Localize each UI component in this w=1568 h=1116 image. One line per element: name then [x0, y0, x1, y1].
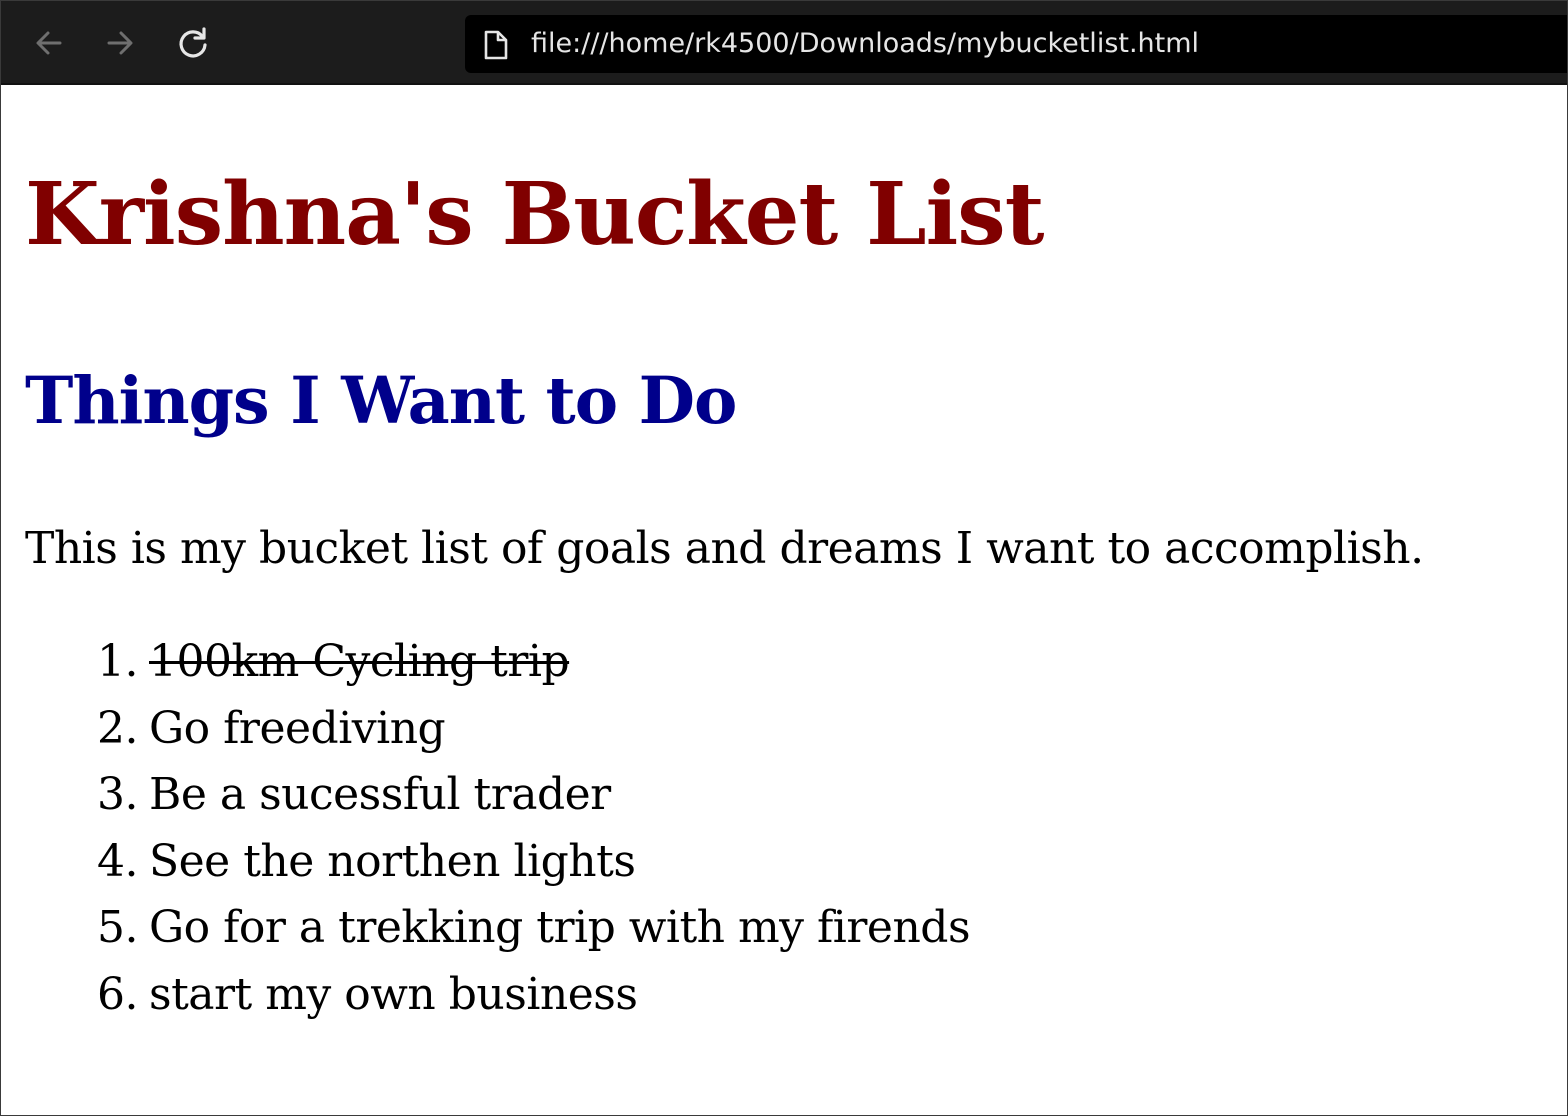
list-item-number: 5.	[97, 902, 138, 953]
bucket-list: 1. 100km Cycling trip 2. Go freediving 3…	[97, 629, 971, 1029]
list-item-text: start my own business	[149, 968, 638, 1020]
intro-paragraph: This is my bucket list of goals and drea…	[25, 523, 1424, 574]
list-item-number: 6.	[97, 968, 138, 1020]
arrow-left-icon	[36, 31, 62, 55]
list-item: 5. Go for a trekking trip with my firend…	[97, 895, 971, 962]
url-text[interactable]: file:///home/rk4500/Downloads/mybucketli…	[531, 28, 1199, 60]
list-item: 6. start my own business	[97, 962, 970, 1029]
back-button[interactable]	[29, 23, 69, 63]
list-item-number: 3.	[97, 769, 138, 820]
list-item-number: 1.	[97, 636, 138, 687]
reload-button[interactable]	[173, 23, 213, 63]
arrow-right-icon	[107, 31, 133, 55]
list-item: 2. Go freediving	[97, 696, 970, 763]
page-subtitle: Things I Want to Do	[25, 363, 737, 439]
list-item: 1. 100km Cycling trip	[97, 629, 970, 696]
list-item-text: 100km Cycling trip	[149, 636, 570, 687]
reload-icon	[179, 27, 207, 58]
page-title: Krishna's Bucket List	[25, 164, 1044, 265]
page-content: Krishna's Bucket List Things I Want to D…	[1, 85, 1567, 1115]
browser-toolbar: file:///home/rk4500/Downloads/mybucketli…	[1, 1, 1567, 85]
file-page-icon	[484, 30, 508, 60]
list-item-number: 2.	[97, 702, 138, 754]
list-item-number: 4.	[97, 835, 138, 887]
address-bar[interactable]: file:///home/rk4500/Downloads/mybucketli…	[465, 15, 1567, 73]
list-item-text: Go freediving	[149, 702, 446, 754]
browser-window: file:///home/rk4500/Downloads/mybucketli…	[0, 0, 1568, 1116]
list-item-text: Go for a trekking trip with my firends	[149, 902, 971, 953]
forward-button[interactable]	[100, 23, 140, 63]
list-item: 4. See the northen lights	[97, 829, 970, 896]
list-item-text: See the northen lights	[149, 835, 636, 887]
list-item-text: Be a sucessful trader	[149, 769, 611, 820]
list-item: 3. Be a sucessful trader	[97, 762, 970, 829]
